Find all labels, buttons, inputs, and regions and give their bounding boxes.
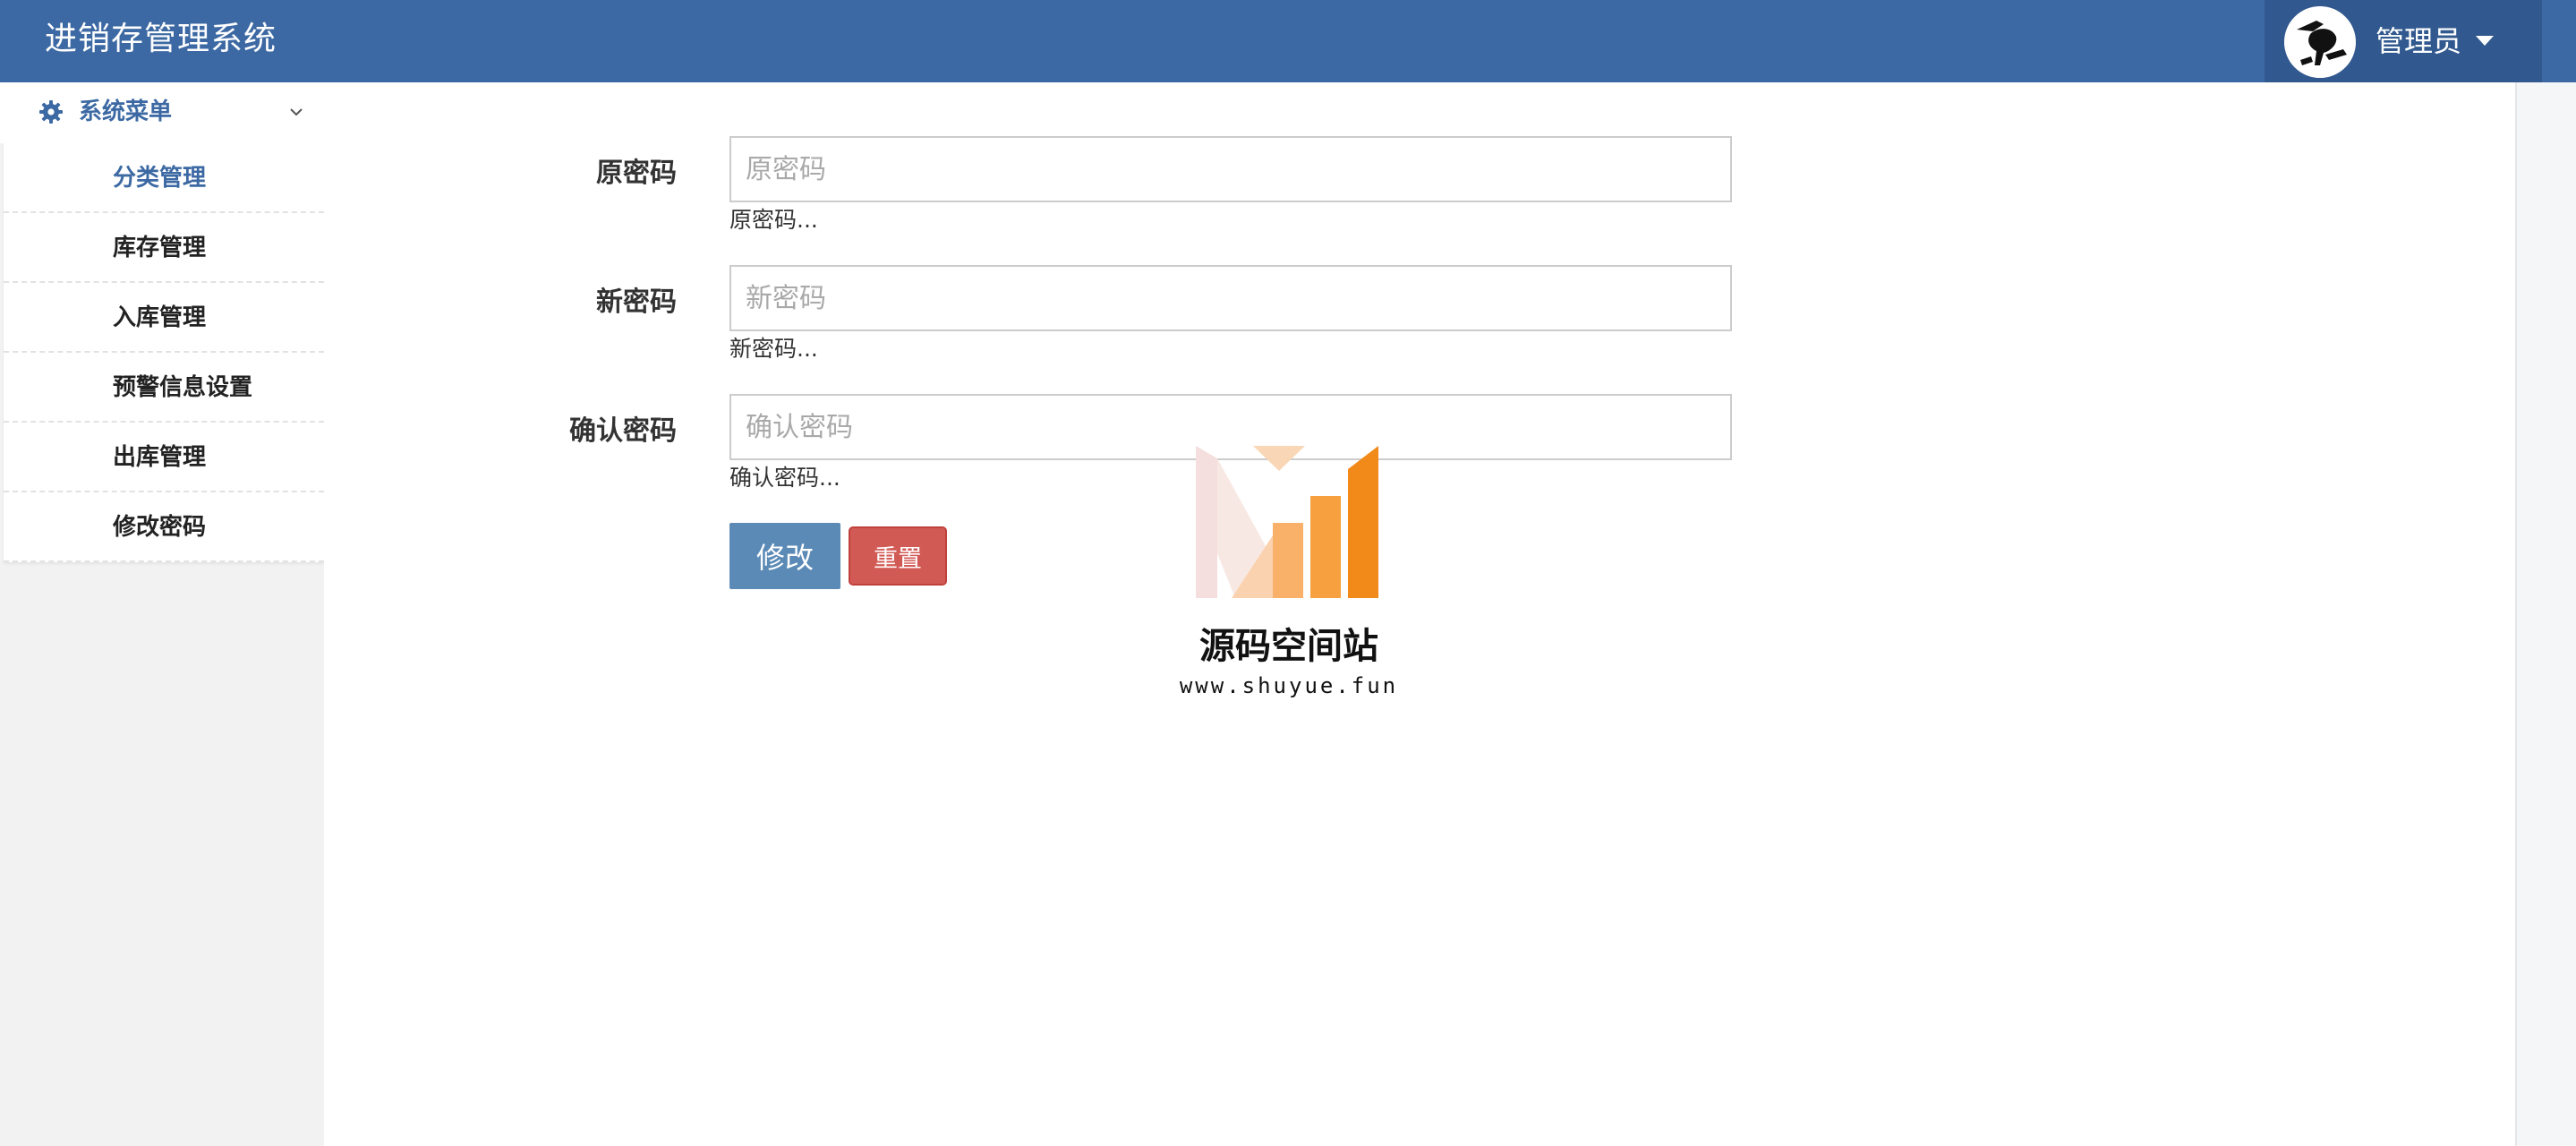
watermark-title: 源码空间站	[1199, 626, 1378, 667]
main-content	[324, 82, 2517, 1146]
app-title: 进销存管理系统	[45, 21, 277, 57]
old-password-label: 原密码	[596, 158, 677, 189]
sidebar-menu-list: 分类管理 库存管理 入库管理 预警信息设置 出库管理 修改密码	[4, 143, 324, 562]
watermark-url: www.shuyue.fun	[1179, 673, 1399, 698]
old-password-input[interactable]	[729, 136, 1732, 202]
sidebar-item-stock-in[interactable]: 入库管理	[4, 283, 324, 353]
sidebar-item-label: 出库管理	[113, 444, 207, 471]
sidebar-menu-header[interactable]: 系统菜单	[0, 82, 324, 143]
new-password-input[interactable]	[729, 265, 1732, 331]
new-password-label: 新密码	[596, 286, 677, 318]
top-navbar: 进销存管理系统 管理员	[0, 0, 2576, 82]
right-scroll-gutter	[2515, 82, 2576, 1146]
chevron-down-icon[interactable]	[288, 106, 304, 118]
sidebar-item-label: 预警信息设置	[113, 374, 253, 401]
user-menu-toggle[interactable]: 管理员	[2265, 0, 2542, 82]
watermark-logo-icon	[1196, 446, 1378, 598]
submit-button[interactable]: 修改	[729, 523, 840, 589]
sidebar-item-label: 库存管理	[113, 235, 207, 261]
sidebar-item-inventory[interactable]: 库存管理	[4, 213, 324, 283]
confirm-password-label: 确认密码	[569, 415, 677, 447]
user-name: 管理员	[2376, 24, 2462, 58]
caret-down-icon	[2476, 36, 2494, 46]
reset-button[interactable]: 重置	[849, 526, 947, 586]
avatar-silhouette-icon	[2284, 6, 2356, 78]
sidebar-item-category[interactable]: 分类管理	[4, 143, 324, 213]
avatar	[2284, 6, 2356, 78]
confirm-password-help: 确认密码...	[729, 465, 840, 491]
sidebar-item-change-password[interactable]: 修改密码	[4, 492, 324, 562]
sidebar-item-stock-out[interactable]: 出库管理	[4, 423, 324, 492]
gear-icon	[39, 100, 63, 124]
sidebar-menu-header-label: 系统菜单	[79, 98, 173, 125]
sidebar-item-label: 入库管理	[113, 304, 207, 331]
sidebar-item-label: 修改密码	[113, 514, 207, 541]
new-password-help: 新密码...	[729, 336, 818, 362]
sidebar: 系统菜单 分类管理 库存管理 入库管理 预警信息设置 出库管理 修改密码	[0, 82, 324, 1146]
sidebar-item-alert-settings[interactable]: 预警信息设置	[4, 353, 324, 423]
old-password-help: 原密码...	[729, 207, 818, 233]
sidebar-item-label: 分类管理	[113, 165, 207, 192]
